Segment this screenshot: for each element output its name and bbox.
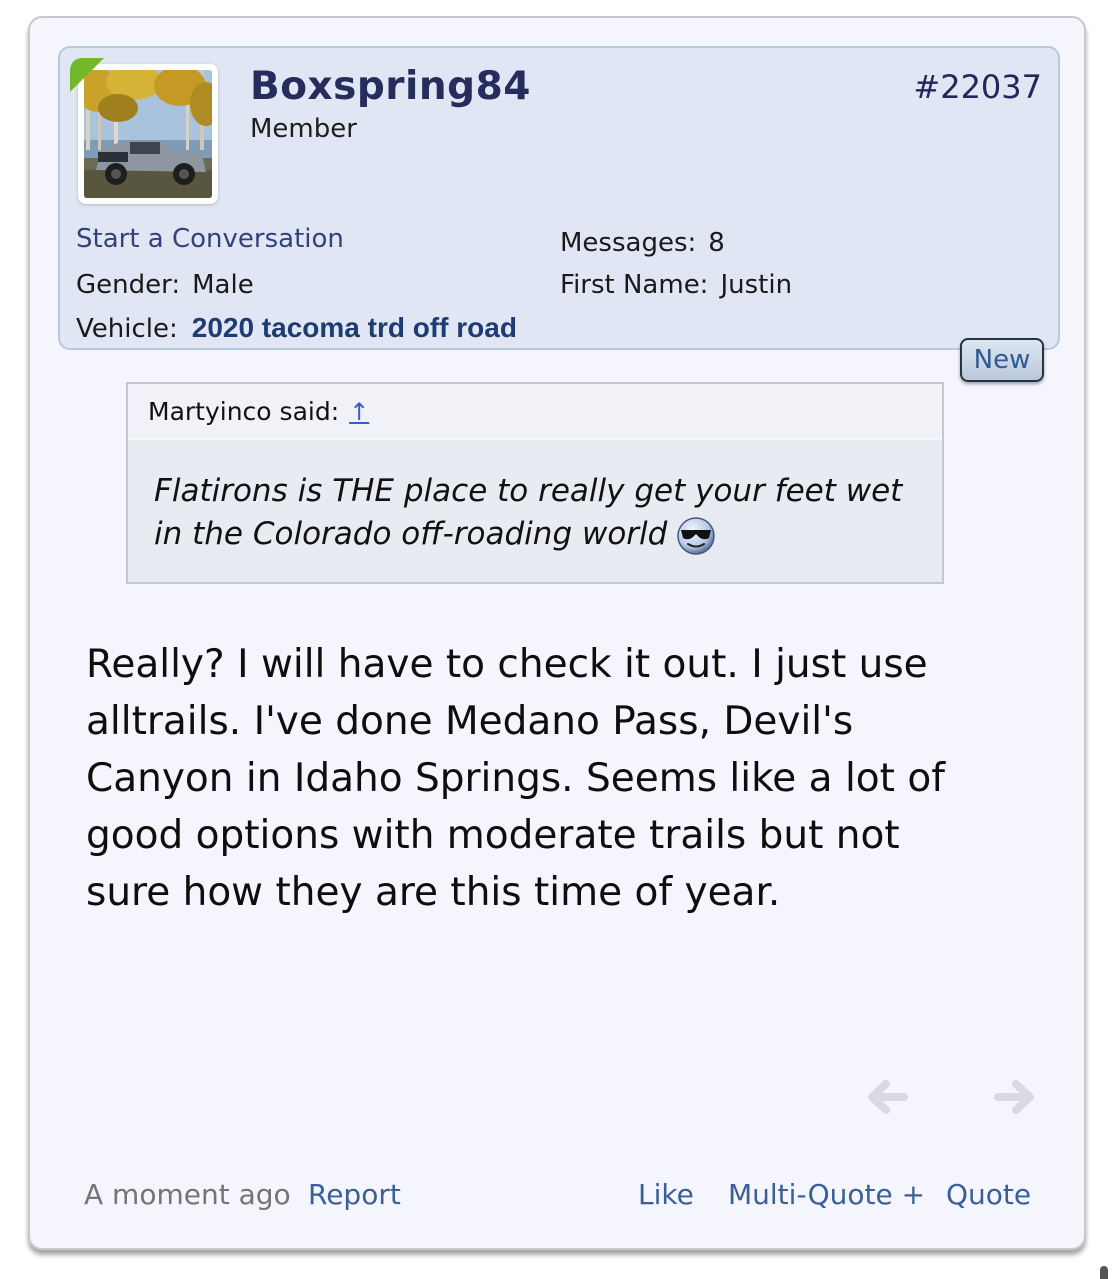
vehicle-label: Vehicle: (76, 314, 178, 344)
post-body-text: Really? I will have to check it out. I j… (86, 642, 945, 915)
gender-value: Male (192, 270, 254, 300)
vehicle-row: Vehicle: 2020 tacoma trd off road (76, 312, 517, 344)
arrow-left-icon[interactable] (866, 1076, 908, 1118)
post-number[interactable]: #22037 (913, 68, 1042, 106)
multi-quote-button[interactable]: Multi-Quote + (728, 1178, 925, 1211)
gender-label: Gender: (76, 270, 181, 300)
quote-author: Martyinco said: (148, 397, 340, 426)
new-badge: New (960, 338, 1044, 382)
first-name-row: First Name: Justin (560, 270, 792, 300)
user-title: Member (250, 114, 357, 144)
jump-to-quoted-post-icon[interactable]: ↑ (349, 398, 369, 426)
messages-label: Messages: (560, 228, 697, 258)
post-timestamp: A moment ago (84, 1178, 291, 1211)
post-card: Boxspring84 Member #22037 Start a Conver… (28, 16, 1086, 1250)
start-conversation-link[interactable]: Start a Conversation (76, 224, 344, 254)
quote-button[interactable]: Quote (946, 1178, 1031, 1211)
avatar-image (84, 70, 212, 198)
gender-row: Gender: Male (76, 270, 254, 300)
quote-author-line: Martyinco said: ↑ (148, 397, 369, 426)
messages-value: 8 (708, 228, 725, 258)
like-button[interactable]: Like (638, 1178, 694, 1211)
quote-block: Martyinco said: ↑ Flatirons is THE place … (126, 382, 944, 584)
report-link[interactable]: Report (308, 1178, 401, 1211)
arrow-right-icon[interactable] (994, 1076, 1036, 1118)
user-info-panel: Boxspring84 Member #22037 Start a Conver… (58, 46, 1060, 350)
avatar[interactable] (78, 64, 218, 204)
first-name-value: Justin (720, 270, 793, 300)
scrollbar-thumb[interactable] (1100, 1266, 1108, 1279)
cool-smiley-icon (675, 516, 717, 556)
quote-text-container: Flatirons is THE place to really get you… (154, 470, 914, 556)
messages-row: Messages: 8 (560, 228, 725, 258)
first-name-label: First Name: (560, 270, 709, 300)
quote-text: Flatirons is THE place to really get you… (154, 473, 903, 552)
vehicle-value: 2020 tacoma trd off road (191, 312, 517, 343)
username[interactable]: Boxspring84 (250, 64, 531, 109)
quote-header: Martyinco said: ↑ (128, 384, 942, 440)
